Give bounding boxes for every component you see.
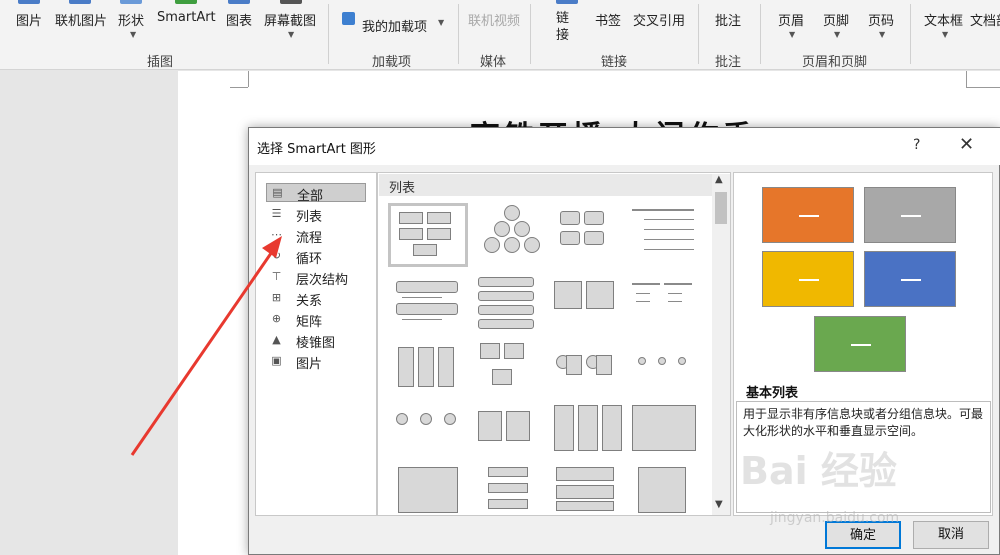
help-button[interactable]: ?	[913, 137, 920, 153]
layout-circle-line-list[interactable]	[630, 339, 710, 403]
scroll-down-icon[interactable]: ▼	[715, 499, 723, 510]
group-label-media: 媒体	[480, 55, 507, 70]
relationship-icon: ⊞	[271, 291, 282, 304]
shapes-icon	[120, 0, 142, 4]
category-item-list[interactable]: ☰ 列表	[266, 205, 366, 226]
chevron-down-icon: ▼	[438, 18, 445, 27]
crop-mark	[230, 87, 248, 88]
watermark-logo: Bai 经验	[740, 449, 897, 493]
group-divider	[530, 4, 531, 64]
layout-vertical-bullet-list[interactable]	[388, 275, 468, 339]
pyramid-icon: ▲	[272, 333, 281, 346]
crop-mark	[966, 71, 967, 87]
scroll-up-icon[interactable]: ▲	[715, 174, 723, 185]
group-label-header-footer: 页眉和页脚	[802, 55, 868, 70]
layout-stacked-list[interactable]	[474, 275, 554, 339]
layout-arrow-box-list[interactable]	[474, 403, 554, 467]
layout-circle-caption-list[interactable]	[550, 339, 630, 403]
category-item-picture[interactable]: ▣ 图片	[266, 352, 366, 373]
layout-picture-caption-list[interactable]	[474, 339, 554, 403]
category-item-relationship[interactable]: ⊞ 关系	[266, 289, 366, 310]
layout-grid-box-list[interactable]	[630, 403, 710, 467]
process-icon: ⋯	[271, 228, 282, 241]
group-divider	[760, 4, 761, 64]
preview-box-gray	[864, 187, 956, 243]
smartart-icon	[175, 0, 197, 4]
matrix-icon: ⊕	[271, 312, 282, 325]
gallery-header: 列表	[379, 174, 713, 196]
group-label-comments: 批注	[715, 55, 742, 70]
list-icon: ☰	[271, 207, 282, 220]
preview-box-green	[814, 316, 906, 372]
preview-box-blue	[864, 251, 956, 307]
picture-icon	[18, 0, 40, 4]
preview-box-orange	[762, 187, 854, 243]
gallery-scrollbar[interactable]: ▲ ▼	[712, 174, 730, 515]
addins-icon	[342, 12, 355, 25]
category-item-process[interactable]: ⋯ 流程	[266, 226, 366, 247]
cycle-icon: ↻	[271, 249, 282, 262]
category-item-all[interactable]: ▤ 全部	[266, 183, 366, 204]
crop-mark	[966, 87, 1000, 88]
layout-horizontal-bullet-list[interactable]	[550, 275, 630, 339]
category-item-pyramid[interactable]: ▲ 棱锥图	[266, 331, 366, 352]
layout-tab-list[interactable]	[630, 275, 710, 339]
layout-rounded-block-list[interactable]	[550, 203, 630, 267]
hierarchy-icon: ⊤	[271, 270, 282, 283]
group-label-links: 链接	[601, 55, 628, 70]
layout-lined-list[interactable]	[630, 203, 710, 267]
scroll-thumb[interactable]	[715, 192, 727, 224]
online-picture-icon	[69, 0, 91, 4]
category-item-hierarchy[interactable]: ⊤ 层次结构	[266, 268, 366, 289]
cancel-button[interactable]: 取消	[913, 521, 989, 549]
category-item-cycle[interactable]: ↻ 循环	[266, 247, 366, 268]
layout-half-circle-list[interactable]	[388, 403, 468, 467]
layout-circle-picture-list[interactable]	[388, 465, 468, 529]
layout-stacked-box-list[interactable]	[550, 403, 630, 467]
close-button[interactable]: ✕	[959, 134, 974, 155]
layout-trapezoid-list[interactable]	[630, 465, 710, 529]
dialog-title: 选择 SmartArt 图形	[257, 142, 376, 157]
layout-vertical-box-list[interactable]	[388, 339, 468, 403]
screenshot-icon	[280, 0, 302, 4]
layout-small-bullet-list[interactable]	[474, 465, 554, 529]
preview-title: 基本列表	[746, 386, 799, 401]
layout-hexagon-cluster[interactable]	[474, 203, 554, 267]
group-divider	[698, 4, 699, 64]
chevron-down-icon: ▼	[288, 30, 295, 39]
group-label-illustrations: 插图	[147, 55, 174, 70]
chevron-down-icon: ▼	[942, 30, 949, 39]
chevron-down-icon: ▼	[789, 30, 796, 39]
chevron-down-icon: ▼	[130, 30, 137, 39]
layout-basic-block-list[interactable]	[388, 203, 468, 267]
category-item-matrix[interactable]: ⊕ 矩阵	[266, 310, 366, 331]
chart-icon	[228, 0, 250, 4]
link-icon	[556, 0, 578, 4]
group-divider	[910, 4, 911, 64]
category-list: ▤ 全部 ☰ 列表 ⋯ 流程 ↻ 循环 ⊤ 层次结构 ⊞ 关系 ⊕ 矩阵 ▲ 棱	[255, 172, 377, 516]
all-icon: ▤	[272, 186, 283, 199]
preview-box-yellow	[762, 251, 854, 307]
picture-icon: ▣	[271, 354, 282, 367]
chevron-down-icon: ▼	[879, 30, 886, 39]
group-divider	[458, 4, 459, 64]
group-label-addins: 加载项	[372, 55, 412, 70]
dialog-titlebar[interactable]: 选择 SmartArt 图形 ? ✕	[249, 128, 1000, 165]
watermark-url: jingyan.baidu.com	[770, 510, 900, 526]
crop-mark	[248, 71, 249, 87]
document-margin	[0, 71, 178, 555]
ribbon: 图片 联机图片 形状 ▼ SmartArt 图表 屏幕截图 ▼ 插图 我的加载项…	[0, 0, 1000, 70]
layout-table-list[interactable]	[550, 465, 630, 529]
group-divider	[328, 4, 329, 64]
chevron-down-icon: ▼	[834, 30, 841, 39]
layout-gallery: 列表 ▲ ▼	[377, 172, 731, 516]
